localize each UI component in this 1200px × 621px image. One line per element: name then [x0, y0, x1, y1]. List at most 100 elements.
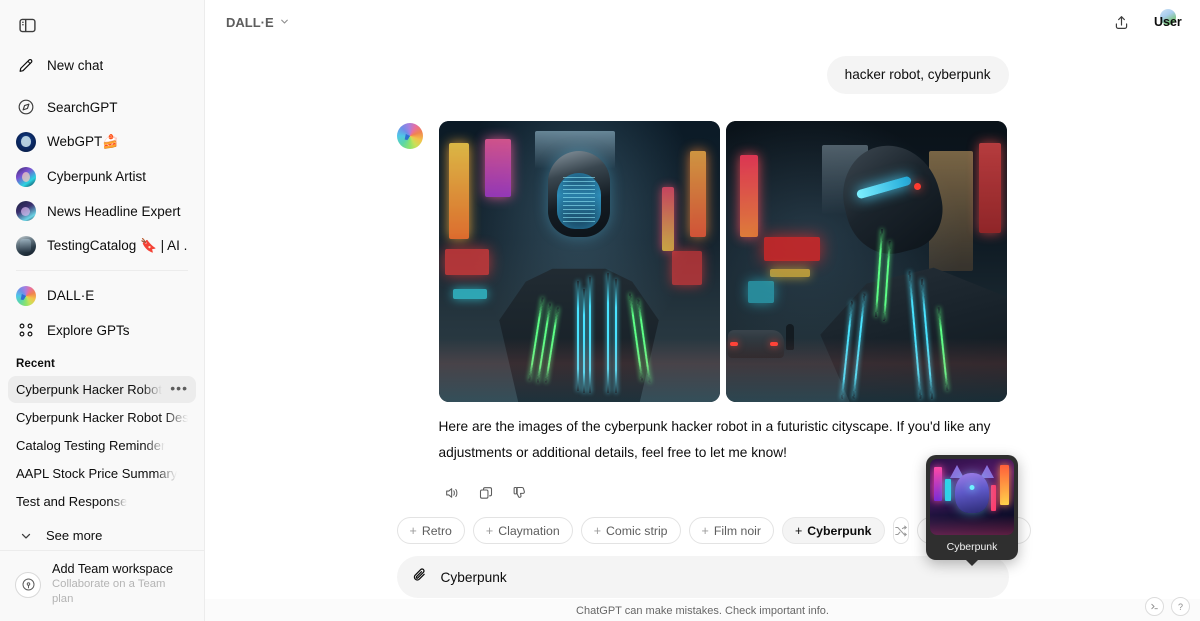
plus-icon: +: [594, 524, 601, 538]
compass-icon: [16, 97, 36, 117]
sidebar-item-label: WebGPT🍰: [47, 134, 119, 150]
top-bar-right: User: [1106, 7, 1186, 37]
disclaimer-text: ChatGPT can make mistakes. Check importa…: [205, 605, 1200, 617]
sidebar-item-label: TestingCatalog 🔖 | AI ...: [47, 238, 188, 254]
chat-history-item-active[interactable]: Cyberpunk Hacker Robot •••: [8, 376, 196, 404]
sidebar-item-news-headline-expert[interactable]: News Headline Expert: [8, 194, 196, 229]
see-more-label: See more: [46, 528, 102, 543]
team-badge-icon: [15, 572, 41, 598]
sidebar-footer: Add Team workspace Collaborate on a Team…: [0, 550, 204, 621]
gpt-avatar-cyberpunk-artist: [16, 167, 36, 187]
composer-area: + Retro + Claymation + Comic strip + Fil…: [205, 517, 1200, 598]
sidebar-divider: [16, 270, 188, 271]
paperclip-icon[interactable]: [411, 566, 429, 589]
gpt-avatar-webgpt: [16, 132, 36, 152]
top-bar: DALL·E User: [205, 0, 1200, 44]
sidebar-item-label: News Headline Expert: [47, 204, 181, 219]
style-chip-cyberpunk[interactable]: + Cyberpunk: [782, 517, 885, 544]
style-chips-row: + Retro + Claymation + Comic strip + Fil…: [397, 517, 1009, 544]
sidebar-toggle-button[interactable]: [10, 8, 44, 42]
pencil-square-icon: [16, 55, 36, 75]
chatgpt-app: New chat SearchGPT WebGPT🍰 Cyberpunk Art…: [0, 0, 1200, 621]
assistant-message-body: Here are the images of the cyberpunk hac…: [439, 121, 1009, 506]
chevron-down-icon: [279, 15, 290, 30]
team-workspace-subtitle: Collaborate on a Team plan: [52, 577, 189, 607]
chat-history-item[interactable]: Test and Response: [8, 487, 196, 515]
user-message-bubble: hacker robot, cyberpunk: [827, 56, 1009, 94]
plus-icon: +: [795, 524, 802, 538]
copy-icon: [478, 485, 494, 501]
dalle-logo-icon: [397, 123, 423, 149]
help-button[interactable]: ?: [1171, 597, 1190, 616]
generated-image-1[interactable]: [439, 121, 720, 402]
grid-dots-icon: [16, 320, 36, 340]
chat-history-title: Cyberpunk Hacker Robot: [16, 382, 162, 397]
terminal-icon: [1149, 601, 1160, 612]
chat-history-item[interactable]: Cyberpunk Hacker Robot Design: [8, 403, 196, 431]
thumbs-down-button[interactable]: [507, 480, 533, 506]
chat-history-title: Cyberpunk Hacker Robot Design: [16, 410, 188, 425]
user-account-button[interactable]: User: [1146, 7, 1186, 37]
assistant-message-row: Here are the images of the cyberpunk hac…: [397, 121, 1009, 506]
style-chip-comic-strip[interactable]: + Comic strip: [581, 517, 681, 544]
sidebar-item-label: DALL·E: [47, 288, 94, 303]
add-team-workspace-button[interactable]: Add Team workspace Collaborate on a Team…: [10, 560, 194, 609]
user-name-label: User: [1154, 15, 1182, 29]
plus-icon: +: [702, 524, 709, 538]
style-preview-tooltip: Cyberpunk: [926, 455, 1018, 560]
sidebar-item-dalle[interactable]: DALL·E: [8, 278, 196, 313]
chevron-down-icon: [16, 526, 36, 546]
style-preview-label: Cyberpunk: [930, 535, 1014, 560]
sidebar-item-searchgpt[interactable]: SearchGPT: [8, 90, 196, 125]
copy-button[interactable]: [473, 480, 499, 506]
sidebar-item-explore-gpts[interactable]: Explore GPTs: [8, 313, 196, 348]
sidebar-panel-icon: [18, 16, 37, 35]
style-chip-retro[interactable]: + Retro: [397, 517, 465, 544]
read-aloud-button[interactable]: [439, 480, 465, 506]
message-actions: [439, 480, 1009, 506]
generated-images-row: [439, 121, 1009, 402]
chat-options-icon[interactable]: •••: [170, 383, 188, 397]
sidebar-item-label: Cyberpunk Artist: [47, 169, 146, 184]
style-chip-label: Cyberpunk: [807, 524, 871, 538]
tooltip-arrow: [965, 559, 979, 566]
main-panel: DALL·E User: [205, 0, 1200, 621]
sidebar-item-label: SearchGPT: [47, 100, 118, 115]
sidebar: New chat SearchGPT WebGPT🍰 Cyberpunk Art…: [0, 0, 205, 621]
see-more-button[interactable]: See more: [8, 521, 196, 550]
generated-image-2[interactable]: [726, 121, 1007, 402]
sidebar-item-cyberpunk-artist[interactable]: Cyberpunk Artist: [8, 159, 196, 194]
share-upload-icon: [1113, 14, 1130, 31]
sidebar-item-new-chat[interactable]: New chat: [8, 48, 196, 83]
thumbs-down-icon: [512, 485, 528, 501]
chat-history-item[interactable]: Catalog Testing Reminder: [8, 431, 196, 459]
style-chip-claymation[interactable]: + Claymation: [473, 517, 573, 544]
conversation-inner: hacker robot, cyberpunk: [397, 44, 1009, 506]
sidebar-item-label: New chat: [47, 58, 103, 73]
console-button[interactable]: [1145, 597, 1164, 616]
sidebar-header: [0, 0, 204, 42]
speaker-icon: [444, 485, 460, 501]
share-button[interactable]: [1106, 7, 1136, 37]
message-composer[interactable]: Cyberpunk: [397, 556, 1009, 598]
style-chip-label: Claymation: [498, 524, 560, 538]
chat-history-title: Catalog Testing Reminder: [16, 438, 165, 453]
style-chip-label: Comic strip: [606, 524, 668, 538]
style-chip-label: Retro: [422, 524, 452, 538]
gpt-avatar-news-headline-expert: [16, 201, 36, 221]
sidebar-item-label: Explore GPTs: [47, 323, 130, 338]
style-preview-image: [930, 459, 1014, 535]
shuffle-styles-button[interactable]: [893, 517, 909, 544]
sidebar-item-testingcatalog[interactable]: TestingCatalog 🔖 | AI ...: [8, 229, 196, 264]
message-input[interactable]: Cyberpunk: [441, 570, 507, 585]
sidebar-item-webgpt[interactable]: WebGPT🍰: [8, 125, 196, 160]
model-selector-button[interactable]: DALL·E: [218, 10, 298, 35]
corner-buttons: ?: [1145, 597, 1190, 616]
user-message-row: hacker robot, cyberpunk: [397, 56, 1009, 94]
chat-history-title: AAPL Stock Price Summary: [16, 466, 177, 481]
model-selector-label: DALL·E: [226, 15, 274, 30]
plus-icon: +: [486, 524, 493, 538]
plus-icon: +: [410, 524, 417, 538]
chat-history-item[interactable]: AAPL Stock Price Summary: [8, 459, 196, 487]
style-chip-film-noir[interactable]: + Film noir: [689, 517, 774, 544]
